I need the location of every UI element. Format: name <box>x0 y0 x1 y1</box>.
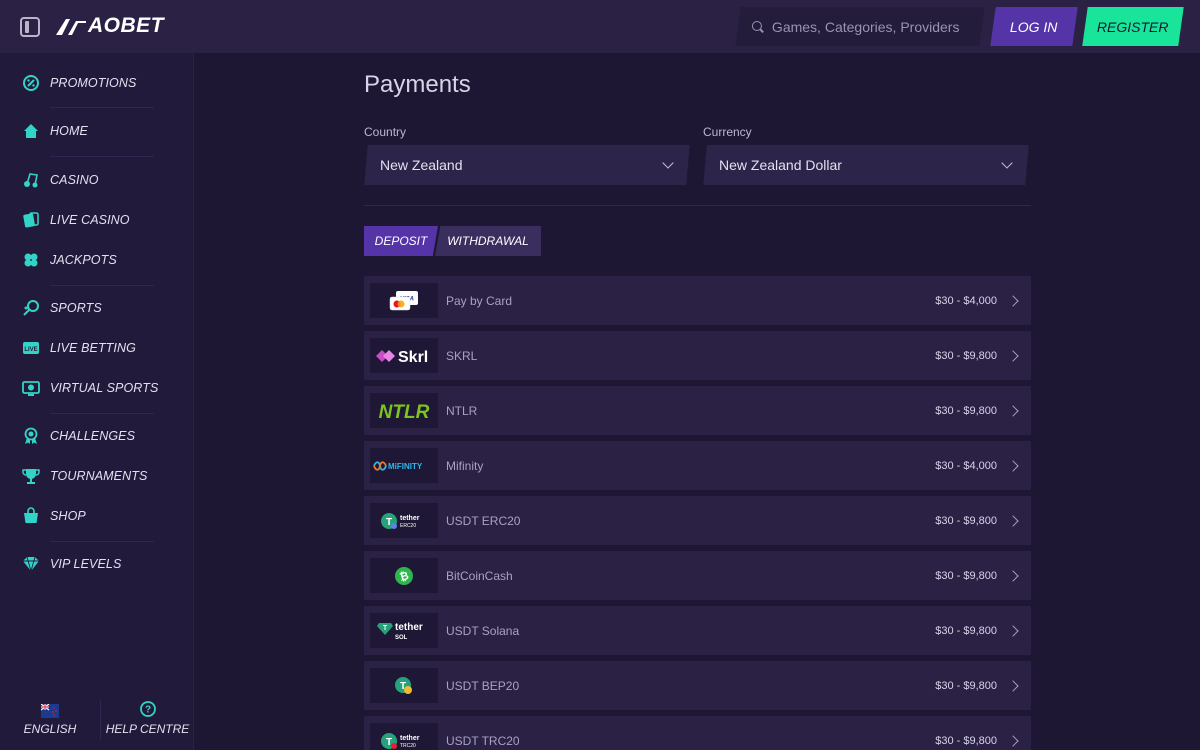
search-input[interactable]: Games, Categories, Providers <box>772 19 960 35</box>
sports-icon <box>22 299 40 317</box>
sidebar-item-promotions[interactable]: PROMOTIONS <box>22 73 136 93</box>
payment-method-row[interactable]: MiFINITY Mifinity $30 - $4,000 <box>364 441 1031 490</box>
casino-icon <box>22 171 40 189</box>
tether-trc20-logo: T tether TRC20 <box>370 723 438 750</box>
diamond-icon <box>22 555 40 573</box>
payment-method-row[interactable]: VISA Pay by Card $30 - $4,000 <box>364 276 1031 325</box>
nav-divider <box>50 285 154 286</box>
sidebar-item-vip-levels[interactable]: VIP LEVELS <box>22 554 121 574</box>
svg-text:?: ? <box>144 705 150 716</box>
svg-text:NTLR: NTLR <box>379 402 430 422</box>
sidebar-item-home[interactable]: HOME <box>22 121 88 141</box>
country-label: Country <box>364 125 407 139</box>
sidebar-footer: ENGLISH ? HELP CENTRE <box>0 688 194 750</box>
svg-text:TRC20: TRC20 <box>400 743 416 749</box>
brand-logo[interactable]: AOBET <box>56 14 164 37</box>
nav-divider <box>50 156 154 157</box>
promotions-icon <box>22 74 40 92</box>
flag-nz-icon <box>41 704 59 718</box>
live-betting-icon: LIVE <box>22 339 40 357</box>
tether-sol-logo: T tether SOL <box>370 613 438 648</box>
tether-erc20-logo: T tether ERC20 <box>370 503 438 538</box>
sidebar-item-shop[interactable]: SHOP <box>22 506 86 526</box>
sidebar: PROMOTIONS HOME CASINO LIVE CASINO JACKP… <box>0 53 194 750</box>
chevron-right-icon <box>1007 569 1019 582</box>
section-divider <box>364 205 1031 206</box>
svg-text:MiFINITY: MiFINITY <box>388 462 423 471</box>
bitcoincash-logo: ₿ <box>370 558 438 593</box>
sidebar-item-casino[interactable]: CASINO <box>22 170 99 190</box>
svg-text:ERC20: ERC20 <box>400 523 416 529</box>
payment-method-row[interactable]: T tether TRC20 USDT TRC20 $30 - $9,800 <box>364 716 1031 750</box>
payment-method-row[interactable]: Skrl SKRL $30 - $9,800 <box>364 331 1031 380</box>
card-logo: VISA <box>370 283 438 318</box>
country-select[interactable]: New Zealand <box>364 145 690 185</box>
chevron-right-icon <box>1007 679 1019 692</box>
sidebar-item-sports[interactable]: SPORTS <box>22 298 102 318</box>
svg-text:SOL: SOL <box>395 635 408 641</box>
svg-text:LIVE: LIVE <box>24 347 37 353</box>
chevron-right-icon <box>1007 404 1019 417</box>
tether-bep20-logo: T <box>370 668 438 703</box>
logo-text: AOBET <box>88 14 164 37</box>
chevron-down-icon <box>1001 157 1013 169</box>
skrl-logo: Skrl <box>370 338 438 373</box>
sidebar-toggle-icon[interactable] <box>20 17 40 37</box>
chevron-right-icon <box>1007 349 1019 362</box>
chevron-right-icon <box>1007 734 1019 747</box>
register-button[interactable]: REGISTER <box>1082 7 1184 46</box>
nav-divider <box>50 541 154 542</box>
chevron-right-icon <box>1007 514 1019 527</box>
svg-text:Skrl: Skrl <box>398 349 428 366</box>
payment-method-row[interactable]: T tether ERC20 USDT ERC20 $30 - $9,800 <box>364 496 1031 545</box>
currency-select[interactable]: New Zealand Dollar <box>703 145 1029 185</box>
sidebar-item-virtual-sports[interactable]: VIRTUAL SPORTS <box>22 378 158 398</box>
logo-mark-icon <box>56 19 86 35</box>
payment-method-row[interactable]: ₿ BitCoinCash $30 - $9,800 <box>364 551 1031 600</box>
nav-divider <box>50 107 154 108</box>
shop-icon <box>22 507 40 525</box>
help-centre-link[interactable]: ? HELP CENTRE <box>101 688 194 750</box>
sidebar-item-tournaments[interactable]: TOURNAMENTS <box>22 466 147 486</box>
chevron-right-icon <box>1007 624 1019 637</box>
nav-divider <box>50 413 154 414</box>
sidebar-item-live-casino[interactable]: LIVE CASINO <box>22 210 130 230</box>
search-box[interactable]: Games, Categories, Providers <box>735 7 985 46</box>
help-icon: ? <box>139 701 156 717</box>
sidebar-item-jackpots[interactable]: JACKPOTS <box>22 250 117 270</box>
tab-deposit[interactable]: DEPOSIT <box>364 226 438 256</box>
svg-text:tether: tether <box>395 622 423 633</box>
virtual-sports-icon <box>22 379 40 397</box>
payment-tabs: DEPOSIT WITHDRAWAL <box>364 226 541 256</box>
sidebar-item-challenges[interactable]: CHALLENGES <box>22 426 135 446</box>
payment-method-row[interactable]: NTLR NTLR $30 - $9,800 <box>364 386 1031 435</box>
page-title: Payments <box>364 71 471 98</box>
mifinity-logo: MiFINITY <box>370 448 438 483</box>
chevron-right-icon <box>1007 294 1019 307</box>
home-icon <box>22 122 40 140</box>
trophy-icon <box>22 467 40 485</box>
tab-withdrawal[interactable]: WITHDRAWAL <box>435 226 541 256</box>
payment-method-row[interactable]: T USDT BEP20 $30 - $9,800 <box>364 661 1031 710</box>
login-button[interactable]: LOG IN <box>990 7 1078 46</box>
chevron-down-icon <box>662 157 674 169</box>
payment-method-row[interactable]: T tether SOL USDT Solana $30 - $9,800 <box>364 606 1031 655</box>
svg-text:tether: tether <box>400 515 420 522</box>
jackpots-icon <box>22 251 40 269</box>
challenges-icon <box>22 427 40 445</box>
chevron-right-icon <box>1007 459 1019 472</box>
sidebar-item-live-betting[interactable]: LIVE LIVE BETTING <box>22 338 136 358</box>
language-selector[interactable]: ENGLISH <box>0 688 100 750</box>
ntlr-logo: NTLR <box>370 393 438 428</box>
svg-text:T: T <box>383 625 388 632</box>
top-header: AOBET Games, Categories, Providers LOG I… <box>0 0 1200 53</box>
currency-label: Currency <box>703 125 752 139</box>
live-casino-icon <box>22 211 40 229</box>
svg-text:tether: tether <box>400 735 420 742</box>
search-icon <box>752 21 764 33</box>
